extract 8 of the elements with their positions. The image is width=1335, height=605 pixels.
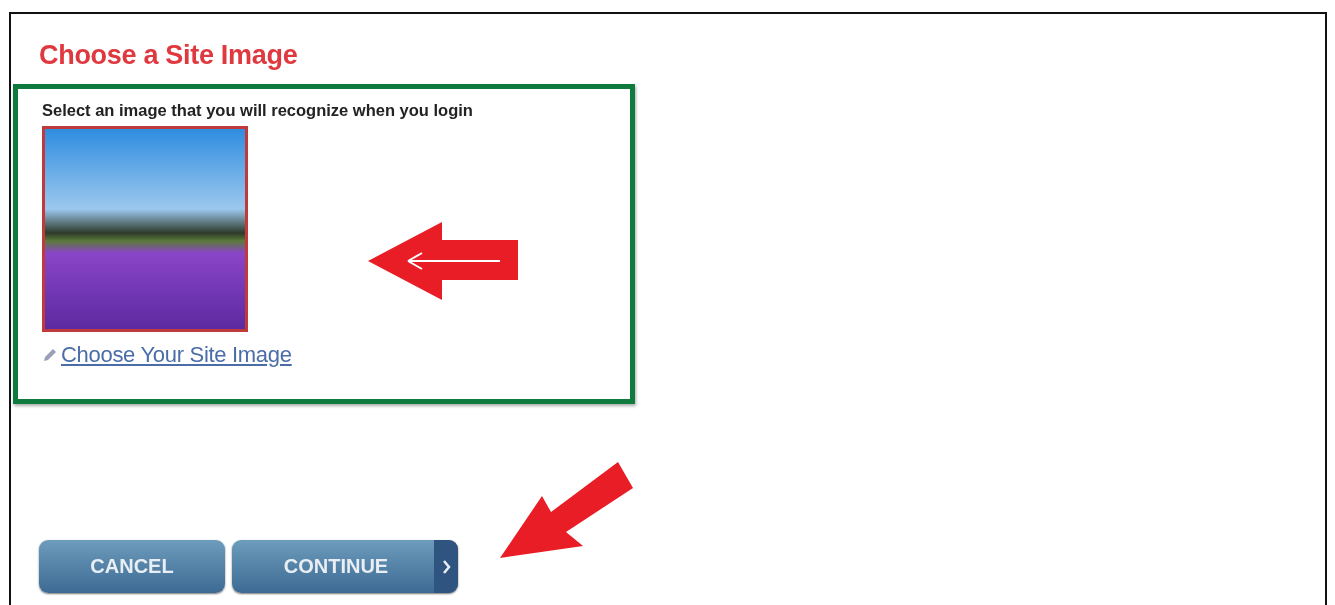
photo-placeholder[interactable] [42,126,248,332]
choose-image-link[interactable]: Choose Your Site Image [61,342,292,368]
page-title: Choose a Site Image [39,39,299,72]
cancel-button[interactable]: CANCEL [39,540,225,593]
continue-button[interactable]: CONTINUE [232,540,458,593]
pencil-icon [42,347,58,363]
instruction-text: Select an image that you will recognize when you login [42,101,474,120]
chevron-icon [441,559,451,574]
